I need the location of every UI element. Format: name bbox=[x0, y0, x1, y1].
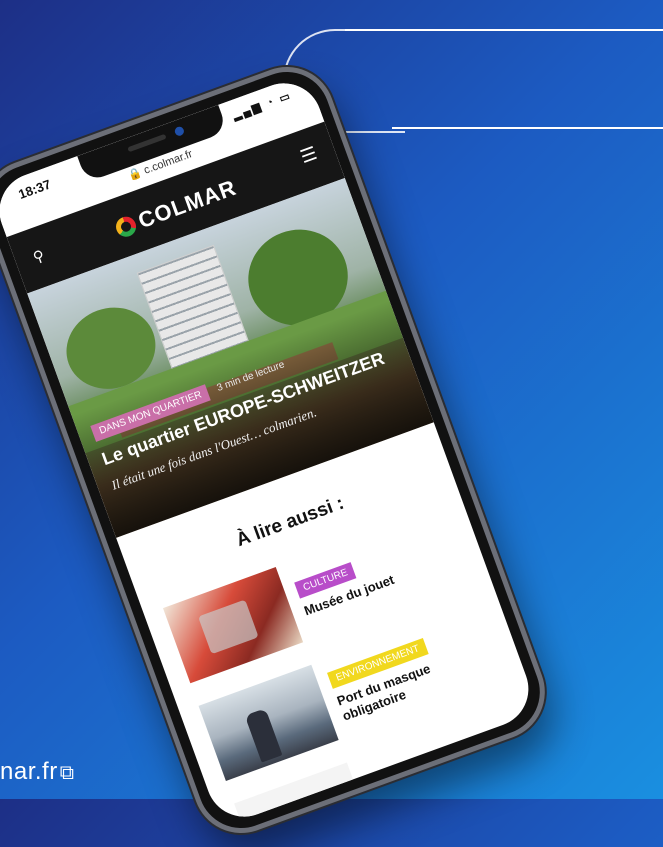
front-camera bbox=[173, 125, 186, 137]
hamburger-menu-icon[interactable]: ☰ bbox=[298, 143, 320, 168]
guide-line-bottom bbox=[392, 127, 663, 129]
external-link-icon: ⧉ bbox=[59, 762, 75, 784]
street-masks-photo[interactable] bbox=[198, 664, 339, 781]
speaker-grille bbox=[127, 133, 167, 153]
event-image-text: Commencement des 4 grandes manifestation… bbox=[305, 784, 350, 821]
article-text: CULTURE Musée du jouet bbox=[294, 550, 396, 619]
toy-museum-photo[interactable] bbox=[162, 567, 304, 684]
site-link-text: nar.fr bbox=[0, 758, 58, 785]
phone-mockup: 18:37 ▂▄▆ ◔ ▭ 🔒 c.colmar.fr ⚲ COLMAR ☰ D… bbox=[0, 53, 559, 847]
search-icon[interactable]: ⚲ bbox=[30, 246, 46, 267]
event-graphic[interactable]: Commencement des 4 grandes manifestation… bbox=[234, 762, 375, 828]
event-dot-green bbox=[253, 818, 290, 828]
event-dot-red bbox=[284, 816, 313, 828]
article-text: ENVIRONNEMENT Port du masque obligatoire bbox=[326, 616, 502, 724]
phone-screen: 18:37 ▂▄▆ ◔ ▭ 🔒 c.colmar.fr ⚲ COLMAR ☰ D… bbox=[0, 72, 540, 828]
status-time: 18:37 bbox=[16, 176, 53, 202]
logo-mark-icon bbox=[113, 213, 139, 240]
site-link[interactable]: nar.fr ⧉ bbox=[0, 758, 74, 786]
